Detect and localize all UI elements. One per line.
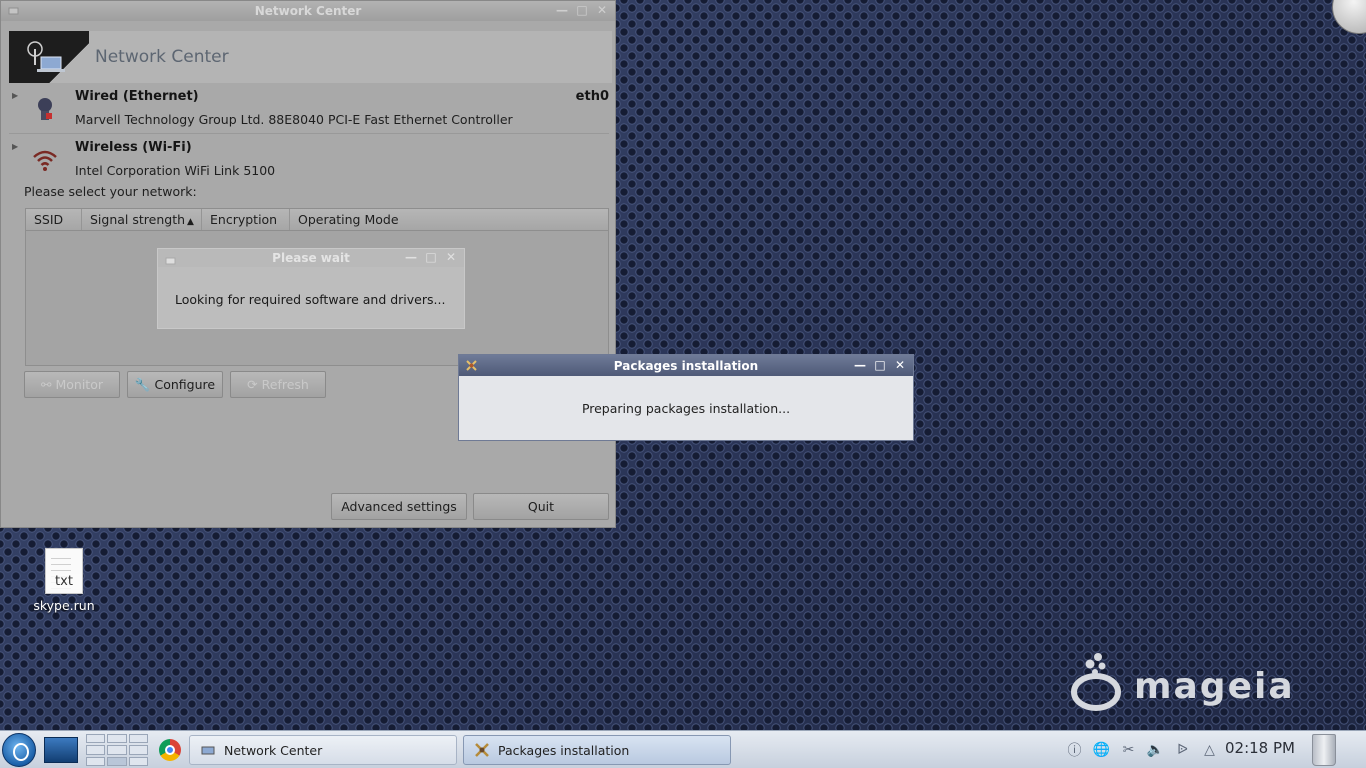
chrome-browser-icon[interactable] [159,739,181,761]
workspace-cell[interactable] [86,745,106,755]
network-center-logo-icon [9,31,89,83]
wireless-device-name: Wireless (Wi-Fi) [75,140,192,155]
packages-installation-titlebar[interactable]: Packages installation — □ ✕ [459,355,913,376]
maximize-icon[interactable]: □ [575,3,589,17]
column-header-ssid[interactable]: SSID [26,209,82,230]
mageia-cauldron-icon [1071,653,1121,711]
workspace-cell[interactable] [107,734,127,744]
expander-arrow-icon[interactable]: ▶ [12,142,18,151]
please-wait-title: Please wait [272,251,350,265]
wireless-device-description: Intel Corporation WiFi Link 5100 [75,163,276,178]
wired-interface-name: eth0 [575,89,609,104]
mageia-logo: mageia [1068,650,1328,720]
close-icon[interactable]: ✕ [595,3,609,17]
workspace-cell[interactable] [128,745,148,755]
device-separator [9,133,609,134]
please-wait-titlebar[interactable]: Please wait — □ ✕ [158,249,464,267]
network-center-header: Network Center [9,31,612,83]
wired-device-description: Marvell Technology Group Ltd. 88E8040 PC… [75,112,513,127]
advanced-settings-button[interactable]: Advanced settings [331,493,467,520]
show-desktop-icon[interactable] [44,737,78,763]
maximize-icon[interactable]: □ [424,250,438,264]
workspace-cell[interactable] [128,734,148,744]
quit-button[interactable]: Quit [473,493,609,520]
sort-ascending-icon: ▲ [187,217,194,227]
network-center-title: Network Center [254,4,362,18]
configure-button[interactable]: 🔧 Configure [127,371,223,398]
wired-device-row[interactable]: ▶ Wired (Ethernet) eth0 Marvell Technolo… [9,87,609,133]
workspace-cell[interactable] [86,734,106,744]
monitor-icon: ⚯ [40,377,52,392]
workspace-cell[interactable] [128,756,148,766]
ethernet-plug-icon [38,98,52,120]
network-center-titlebar[interactable]: Network Center — □ ✕ [1,1,615,21]
column-header-operating-mode[interactable]: Operating Mode [290,209,608,230]
text-file-icon: txt [45,548,83,594]
network-select-prompt: Please select your network: [24,184,197,199]
desktop-file-label: skype.run [33,598,95,613]
close-icon[interactable]: ✕ [893,358,907,372]
workspace-cell[interactable] [107,745,127,755]
workspace-cell[interactable] [86,756,106,766]
wireless-device-row[interactable]: ▶ Wireless (Wi-Fi) Intel Corporation WiF… [9,138,609,184]
close-icon[interactable]: ✕ [444,250,458,264]
packages-installation-message: Preparing packages installation... [581,401,791,416]
taskbar-task-network-center[interactable]: Network Center [189,735,457,765]
trash-icon[interactable] [1312,734,1336,766]
column-header-signal-strength[interactable]: Signal strength ▲ [82,209,202,230]
packages-installation-dialog[interactable]: Packages installation — □ ✕ Preparing pa… [458,354,914,441]
wired-device-name: Wired (Ethernet) [75,89,199,104]
packages-installation-title: Packages installation [613,358,759,373]
package-installer-task-icon [474,742,490,758]
network-center-task-icon [200,742,216,758]
network-center-heading: Network Center [95,47,229,67]
wifi-icon [33,150,57,171]
minimize-icon[interactable]: — [404,250,418,264]
refresh-button[interactable]: ⟳ Refresh [230,371,326,398]
bluetooth-icon[interactable]: ᐉ [1172,739,1193,761]
taskbar: Network Center Packages installation ⓘ 🌐… [0,730,1366,768]
clock[interactable]: 02:18 PM [1225,739,1295,757]
wrench-icon: 🔧 [134,376,151,392]
tray-expand-icon[interactable]: △ [1199,739,1220,761]
volume-icon[interactable]: 🔈 [1145,739,1166,761]
desktop-file-skype-run[interactable]: txt skype.run [30,548,98,613]
refresh-icon: ⟳ [247,377,258,392]
info-icon[interactable]: ⓘ [1064,739,1085,761]
please-wait-message: Looking for required software and driver… [175,292,446,307]
expander-arrow-icon[interactable]: ▶ [12,91,18,100]
taskbar-task-packages-installation[interactable]: Packages installation [463,735,731,765]
package-installer-icon [466,360,477,371]
workspace-pager[interactable] [86,734,148,766]
workspace-cell-active[interactable] [107,756,127,766]
column-header-encryption[interactable]: Encryption [202,209,290,230]
desktop-corner-widget[interactable] [1332,0,1366,34]
scissors-icon[interactable]: ✂ [1118,739,1139,761]
system-tray: ⓘ 🌐 ✂ 🔈 ᐉ △ [1060,735,1220,765]
maximize-icon[interactable]: □ [873,358,887,372]
network-table-header: SSID Signal strength ▲ Encryption Operati… [26,209,608,231]
network-icon[interactable]: 🌐 [1091,739,1112,761]
dialog-window-icon [165,257,176,265]
minimize-icon[interactable]: — [853,358,867,372]
network-center-window-icon [8,7,19,15]
please-wait-dialog[interactable]: Please wait — □ ✕ Looking for required s… [157,248,465,329]
application-launcher-icon[interactable] [2,733,36,767]
minimize-icon[interactable]: — [555,3,569,17]
monitor-button[interactable]: ⚯ Monitor [24,371,120,398]
